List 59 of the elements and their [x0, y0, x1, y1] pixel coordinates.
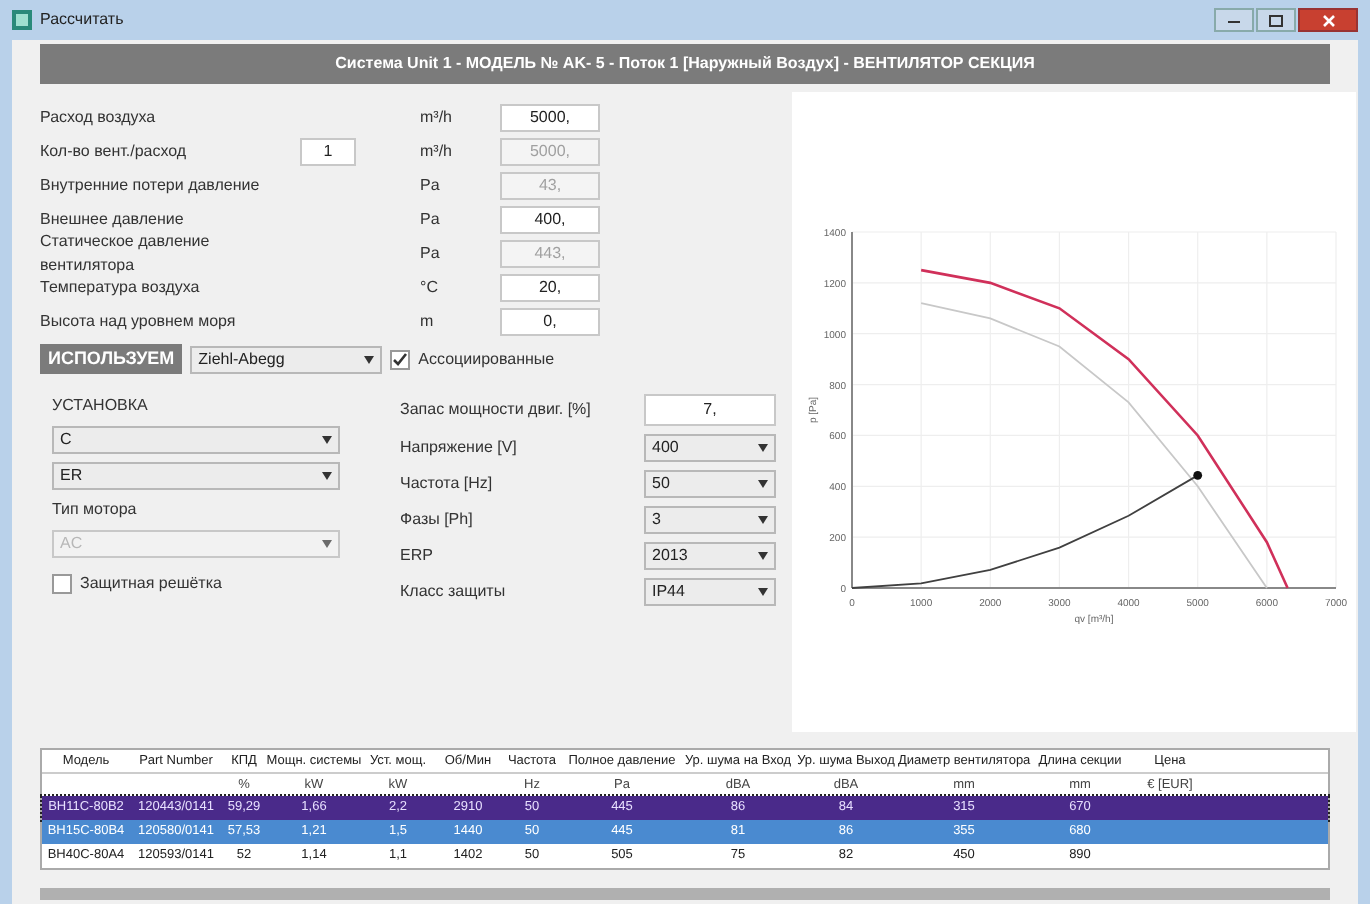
dropdown[interactable]: C	[52, 426, 340, 454]
field-label: Напряжение [V]	[400, 436, 519, 460]
dropdown[interactable]: Ziehl-Abegg	[190, 345, 383, 373]
caret-icon	[758, 588, 768, 596]
parameter-label: Высота над уровнем моря	[40, 310, 238, 334]
caret-icon	[758, 444, 768, 452]
unit-label: m³/h	[420, 106, 454, 130]
caret-icon	[322, 540, 332, 548]
parameter-label: Внутренние потери давление	[40, 174, 262, 198]
field-label: Фазы [Ph]	[400, 508, 475, 532]
field-label: Тип мотора	[52, 498, 139, 522]
app-icon	[12, 10, 32, 30]
section-label: УСТАНОВКА	[52, 394, 150, 418]
checkbox-label: Ассоциированные	[418, 347, 555, 371]
field-label: Класс защиты	[400, 580, 508, 604]
operating-point	[1193, 470, 1203, 480]
field-label: ERP	[400, 544, 435, 568]
minimize-button[interactable]	[1214, 8, 1254, 32]
checkbox[interactable]	[52, 574, 72, 594]
caret-icon	[758, 516, 768, 524]
dropdown[interactable]: 2013	[644, 542, 776, 570]
caret-icon	[758, 552, 768, 560]
field-label: Частота [Hz]	[400, 472, 495, 496]
caret-icon	[322, 436, 332, 444]
header-bar: Система Unit 1 - МОДЕЛЬ № AK- 5 - Поток 1 [Наружный Воздух] - ВЕНТИЛЯТОР СЕКЦИЯ	[40, 44, 1330, 84]
field-label: Запас мощности двиг. [%]	[400, 398, 593, 422]
unit-label: Pa	[420, 242, 442, 266]
close-icon	[1321, 13, 1335, 27]
unit-label: m	[420, 310, 436, 334]
input-field[interactable]: 400,	[500, 206, 600, 234]
input-field[interactable]: 20,	[500, 274, 600, 302]
use-button[interactable]: ИСПОЛЬЗУЕМ	[40, 344, 183, 374]
maximize-icon	[1268, 13, 1284, 27]
parameter-label: Внешнее давление	[40, 208, 186, 232]
dropdown[interactable]: 400	[644, 434, 776, 462]
unit-label: Pa	[420, 208, 442, 232]
unit-label: °C	[420, 276, 440, 300]
parameter-label: Кол-во вент./расход	[40, 140, 189, 164]
input-field[interactable]: 5000,	[500, 104, 600, 132]
checkbox-label: Защитная решётка	[80, 572, 222, 596]
parameter-label: Температура воздуха	[40, 276, 202, 300]
close-button[interactable]	[1298, 8, 1358, 32]
parameter-label: Расход воздуха	[40, 106, 158, 130]
unit-label: Pa	[420, 174, 442, 198]
parameter-label: Статическое давление вентилятора	[40, 230, 212, 278]
window-title: Рассчитать	[40, 8, 124, 32]
dropdown[interactable]: ER	[52, 462, 340, 490]
caret-icon	[364, 355, 375, 363]
unit-label: m³/h	[420, 140, 454, 164]
input-field[interactable]: 7,	[644, 394, 776, 426]
minimize-icon	[1226, 16, 1242, 24]
caret-icon	[322, 472, 332, 480]
checkbox[interactable]	[390, 349, 411, 369]
maximize-button[interactable]	[1256, 8, 1296, 32]
caret-icon	[758, 480, 768, 488]
dropdown[interactable]: 50	[644, 470, 776, 498]
input-field[interactable]: 0,	[500, 308, 600, 336]
dropdown[interactable]: 3	[644, 506, 776, 534]
dropdown[interactable]: IP44	[644, 578, 776, 606]
